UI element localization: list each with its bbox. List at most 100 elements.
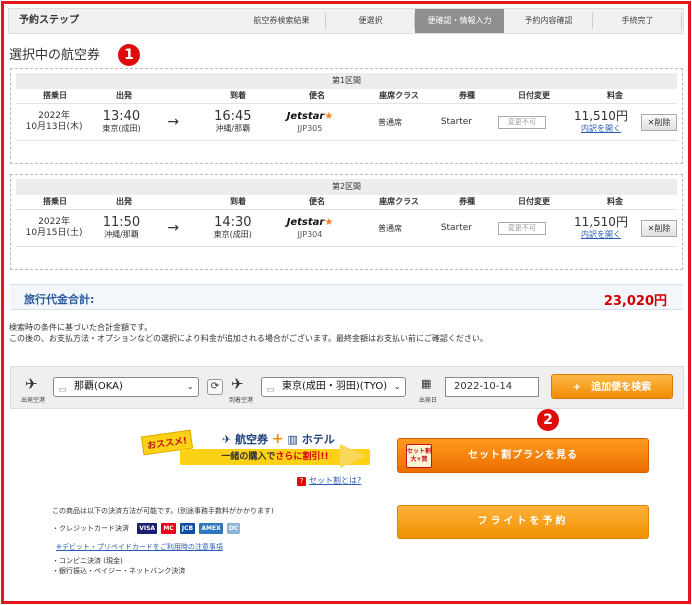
arrival-plane-icon: ✈ (231, 375, 244, 393)
col-departure: 出発 (116, 91, 132, 100)
chevron-down-icon: ⌄ (186, 382, 194, 392)
segment-price: 11,510円 (573, 215, 628, 229)
set-discount-info-link[interactable]: ? セット割とは? (297, 475, 361, 486)
promo-plus: + (271, 431, 284, 447)
suitcase-icon: セット割 大+買 (406, 444, 432, 468)
set-plan-button[interactable]: セット割 大+買 セット割プランを見る (397, 438, 649, 473)
promo-hotel-text: ホテル (301, 433, 335, 446)
jetstar-logo: Jetstar★ (286, 111, 334, 122)
segment-price: 11,510円 (573, 109, 628, 123)
col-flight: 便名 (309, 197, 325, 206)
col-price: 料金 (607, 197, 623, 206)
airport-icon: ▭ (266, 385, 275, 395)
promo-flight-text: 航空券 (235, 433, 269, 446)
airplane-icon: ✈ (222, 433, 232, 446)
fare-type: Starter (440, 223, 473, 233)
promo-arrow-icon (340, 444, 366, 468)
col-departure: 出発 (116, 197, 132, 206)
arrival-airport: 沖縄/那覇 (215, 124, 251, 133)
jetstar-logo: Jetstar★ (286, 217, 334, 228)
col-date-change: 日付変更 (518, 91, 550, 100)
booking-steps: 予約ステップ 航空券検索結果 便選択 便確認・情報入力 予約内容確認 手続完了 (8, 8, 684, 34)
departure-airport: 東京(成田) (102, 124, 141, 133)
price-breakdown-link[interactable]: 内訳を開く (561, 229, 641, 240)
col-arrival: 到着 (230, 197, 246, 206)
airport-icon: ▭ (58, 385, 67, 395)
date-change-button[interactable]: 変更不可 (497, 221, 546, 235)
column-headers: 搭乗日 出発 到着 便名 座席クラス 券種 日付変更 料金 (16, 89, 677, 103)
total-bar: 旅行代金合計: 23,020円 (10, 284, 683, 310)
step-flight-select: 便選択 (326, 9, 415, 33)
departure-airport: 沖縄/那覇 (104, 230, 139, 239)
departure-date-input[interactable]: 2022-10-14 (445, 377, 539, 397)
date-change-button[interactable]: 変更不可 (497, 115, 546, 129)
arrival-airport: 東京(成田) (213, 230, 252, 239)
total-amount: 23,020円 (603, 294, 667, 309)
col-boarding-date: 搭乗日 (43, 197, 67, 206)
set-discount-promo: おススメ! ✈ 航空券 + ▥ ホテル 一緒の購入でさらに割引!! (140, 429, 372, 469)
segment-2: 第2区間 搭乗日 出発 到着 便名 座席クラス 券種 日付変更 料金 2022年… (10, 174, 683, 270)
annotation-badge-2: 2 (537, 409, 559, 431)
arrival-airport-label: 到着空港 (229, 397, 254, 404)
boarding-year: 2022年 (38, 111, 71, 121)
seat-class: 普通席 (378, 117, 403, 127)
note-line-1: 検索時の条件に基づいた合計金額です。 (9, 323, 153, 332)
add-flight-search-button[interactable]: + 追加便を検索 (551, 374, 673, 399)
segment-1: 第1区間 搭乗日 出発 到着 便名 座席クラス 券種 日付変更 料金 2022年… (10, 68, 683, 164)
arrival-time: 16:45 (214, 109, 252, 124)
delete-button[interactable]: ✕削除 (641, 113, 677, 131)
convenience-store-line: ・コンビニ決済 (現金) (52, 557, 123, 565)
fare-type: Starter (440, 117, 473, 127)
arrow-right-icon: → (167, 114, 180, 130)
boarding-date: 10月13日(木) (25, 122, 83, 132)
arrival-airport-select[interactable]: ▭ 東京(成田・羽田)(TYO) ⌄ (261, 377, 406, 397)
step-confirm-input: 便確認・情報入力 (415, 9, 504, 33)
col-arrival: 到着 (230, 91, 246, 100)
step-review: 予約内容確認 (504, 9, 593, 33)
departure-airport-select[interactable]: ▭ 那覇(OKA) ⌄ (53, 377, 199, 397)
calendar-icon: ▦ (421, 377, 432, 390)
step-search-results: 航空券検索結果 (237, 9, 326, 33)
delete-button[interactable]: ✕削除 (641, 219, 677, 237)
segment-header: 第1区間 (16, 73, 677, 89)
selected-tickets-title: 選択中の航空券 (9, 48, 101, 63)
flight-row: 2022年 10月15日(土) 11:50 沖縄/那覇 → 14:30 東京(成… (16, 209, 677, 247)
flight-number: JJP305 (297, 124, 323, 133)
departure-airport-label: 出発空港 (21, 397, 46, 404)
annotation-badge-1: 1 (118, 44, 140, 66)
col-fare-type: 券種 (459, 91, 475, 100)
bank-transfer-line: ・銀行振込・ペイジー・ネットバンク決済 (52, 567, 186, 575)
book-flight-button[interactable]: フライトを予約 (397, 505, 649, 539)
swap-icon[interactable]: ⟳ (207, 379, 223, 395)
flight-row: 2022年 10月13日(木) 13:40 東京(成田) → 16:45 沖縄/… (16, 103, 677, 141)
steps-title: 予約ステップ (19, 15, 79, 26)
total-label: 旅行代金合計: (24, 293, 95, 306)
col-price: 料金 (607, 91, 623, 100)
col-seat-class: 座席クラス (379, 197, 419, 206)
debit-card-notice-link[interactable]: ※デビット・プリペイドカードをご利用時の注意事項 (56, 542, 223, 552)
amex-icon: AMEX (199, 523, 223, 534)
col-boarding-date: 搭乗日 (43, 91, 67, 100)
col-fare-type: 券種 (459, 197, 475, 206)
departure-date-label: 出発日 (419, 397, 438, 404)
mastercard-icon: MC (161, 523, 176, 534)
departure-time: 11:50 (102, 215, 141, 230)
payment-methods-title: この商品は以下の決済方法が可能です。(別途事務手数料がかかります) (52, 507, 274, 515)
price-breakdown-link[interactable]: 内訳を開く (561, 123, 641, 134)
chevron-down-icon: ⌄ (393, 382, 401, 392)
col-seat-class: 座席クラス (379, 91, 419, 100)
visa-icon: VISA (137, 523, 158, 534)
arrow-right-icon: → (167, 220, 180, 236)
col-date-change: 日付変更 (518, 197, 550, 206)
segment-header: 第2区間 (16, 179, 677, 195)
jcb-icon: JCB (179, 523, 196, 534)
departure-time: 13:40 (102, 109, 141, 124)
question-icon: ? (297, 477, 306, 486)
arrival-time: 14:30 (214, 215, 252, 230)
departure-plane-icon: ✈ (25, 375, 38, 393)
diners-icon: DC (226, 523, 241, 534)
step-complete: 手続完了 (593, 9, 682, 33)
column-headers: 搭乗日 出発 到着 便名 座席クラス 券種 日付変更 料金 (16, 195, 677, 209)
boarding-date: 10月15日(土) (25, 228, 83, 238)
note-line-2: この後の、お支払方法・オプションなどの選択により料金が追加される場合がございます… (9, 334, 488, 343)
